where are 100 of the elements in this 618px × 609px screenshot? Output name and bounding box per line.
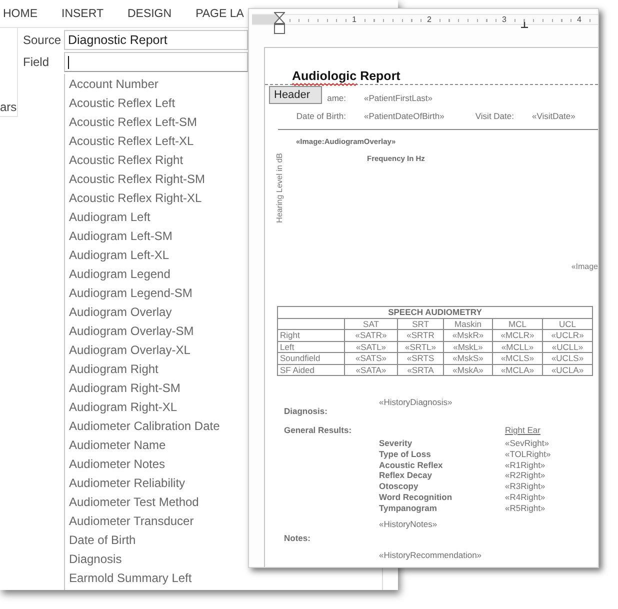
merge-field: «R4Right»	[505, 492, 546, 503]
merge-field: «R1Right»	[505, 460, 546, 470]
table-cell: «MCLL»	[492, 341, 542, 352]
field-label: Notes:	[284, 534, 310, 543]
field-option[interactable]: Date of Birth	[69, 531, 136, 550]
source-dropdown[interactable]: Diagnostic Report	[64, 30, 248, 50]
field-option[interactable]: Acoustic Reflex Left	[69, 94, 176, 113]
merge-field: «HistoryDiagnosis»	[379, 398, 452, 407]
merge-field: «HistoryNotes»	[379, 520, 438, 529]
merge-field: «VisitDate»	[532, 111, 598, 121]
table-cell: «MCLS»	[492, 352, 542, 364]
field-option[interactable]: Acoustic Reflex Left-SM	[69, 113, 198, 132]
row-header: Left	[278, 341, 344, 352]
field-option[interactable]: Audiogram Right-XL	[69, 398, 178, 417]
field-label: Diagnosis:	[284, 407, 328, 416]
ribbon-tab[interactable]: DESIGN	[127, 8, 172, 20]
row-header: Soundfield	[278, 352, 344, 364]
merge-field: «PatientFirstLast»	[364, 93, 469, 103]
table-cell: «SRTR	[398, 330, 444, 341]
field-label: ame:	[327, 93, 347, 103]
ribbon-tab[interactable]: HOME	[3, 8, 38, 20]
field-label: Field	[23, 55, 50, 69]
result-label: Word Recognition	[379, 492, 452, 503]
merge-field: «TOLRight»	[505, 448, 551, 460]
field-option[interactable]: Audiometer Calibration Date	[69, 417, 220, 436]
merge-field: «R5Right»	[505, 502, 546, 514]
table-cell: «SATS»	[344, 352, 398, 364]
field-option[interactable]: Audiogram Overlay-SM	[69, 322, 194, 341]
field-option[interactable]: Audiogram Right	[69, 360, 158, 379]
field-option[interactable]: Diagnosis	[69, 550, 122, 569]
field-option[interactable]: Acoustic Reflex Right-SM	[69, 170, 206, 189]
field-label: Visit Date:	[475, 111, 515, 121]
field-option[interactable]: Audiogram Left-SM	[69, 227, 172, 246]
field-option[interactable]: Acoustic Reflex Right-XL	[69, 189, 202, 208]
indent-marker-icon[interactable]	[274, 12, 285, 34]
column-heading: Right Ear	[505, 426, 540, 435]
merge-field: «R3Right»	[505, 481, 546, 492]
ruler-number: 4	[576, 15, 582, 24]
field-option[interactable]: Acoustic Reflex Right	[69, 151, 184, 170]
field-option[interactable]: Audiogram Overlay	[69, 303, 172, 322]
field-option[interactable]: Audiometer Name	[69, 436, 166, 455]
field-input[interactable]	[64, 52, 248, 72]
table-cell: «SATR»	[344, 330, 398, 341]
field-label: Date of Birth:	[296, 111, 347, 121]
column-header: SRT	[398, 318, 444, 330]
table-cell: «MskS»	[444, 352, 492, 364]
ruler-number: 1	[351, 15, 358, 24]
ruler-number: 3	[501, 15, 508, 24]
field-option[interactable]: Audiogram Right-SM	[69, 379, 180, 398]
column-header: UCL	[542, 318, 593, 330]
column-header: SAT	[344, 318, 398, 330]
table-cell: «MskL»	[444, 341, 492, 352]
merge-field: «Image	[571, 262, 598, 271]
table-cell: «MskR»	[444, 330, 492, 341]
report-title: Audiologic Report	[292, 69, 400, 83]
axis-label: Hearing Level in dB	[275, 153, 284, 223]
field-option[interactable]: Audiometer Transducer	[69, 512, 194, 531]
table-cell: «SRTL»	[398, 341, 444, 352]
table-title: SPEECH AUDIOMETRY	[278, 306, 593, 318]
field-option[interactable]: Audiometer Notes	[69, 455, 166, 474]
result-label: Severity	[379, 438, 412, 449]
field-option[interactable]: Audiogram Left	[69, 208, 150, 227]
table-cell: «UCLR»	[542, 330, 593, 341]
table-cell: «UCLS»	[542, 352, 593, 364]
row-header: Right	[278, 330, 344, 341]
result-label: Acoustic Reflex	[379, 460, 443, 470]
merge-field: «SevRight»	[505, 438, 549, 449]
result-label: Otoscopy	[379, 481, 418, 492]
merge-field: «HistoryRecommendation»	[379, 550, 482, 560]
field-option[interactable]: Audiometer Test Method	[69, 493, 199, 512]
field-option[interactable]: Audiogram Legend	[69, 265, 170, 284]
field-option[interactable]: Audiogram Legend-SM	[69, 284, 192, 303]
field-label: Source	[23, 33, 62, 47]
field-option[interactable]: Earmold Summary Left	[69, 569, 192, 588]
ruler-number: 2	[426, 15, 432, 24]
merge-field: «PatientDateOfBirth»	[364, 111, 469, 121]
field-option[interactable]: Account Number	[69, 75, 158, 94]
header-label: Header	[269, 86, 322, 104]
field-option[interactable]: Audiogram Overlay-XL	[69, 341, 190, 360]
merge-field: «R2Right»	[505, 470, 546, 482]
table-cell: «UCLA»	[542, 364, 593, 376]
table-cell: «SRTS	[398, 352, 444, 364]
table-cell: «MCLR»	[492, 330, 542, 341]
table-cell: «MCLA»	[492, 364, 542, 376]
result-label: Tympanogram	[379, 502, 437, 514]
row-header: SF Aided	[278, 364, 344, 376]
table-cell: «SRTA	[398, 364, 444, 376]
field-option[interactable]: Audiogram Left-XL	[69, 246, 170, 265]
column-header: MCL	[492, 318, 542, 330]
field-option[interactable]: Acoustic Reflex Left-XL	[69, 132, 194, 151]
ribbon-tab[interactable]: INSERT	[62, 8, 104, 20]
ribbon-tab[interactable]: PAGE LA	[196, 8, 244, 20]
result-label: Type of Loss	[379, 448, 431, 460]
table-cell: «SATL»	[344, 341, 398, 352]
field-option[interactable]: Audiometer Reliability	[69, 474, 186, 493]
group-label: ars	[0, 100, 17, 114]
table-cell: «SATA»	[344, 364, 398, 376]
result-label: Reflex Decay	[379, 470, 432, 482]
tab-stop-icon[interactable]	[521, 22, 528, 28]
table-cell: «UCLL»	[542, 341, 593, 352]
